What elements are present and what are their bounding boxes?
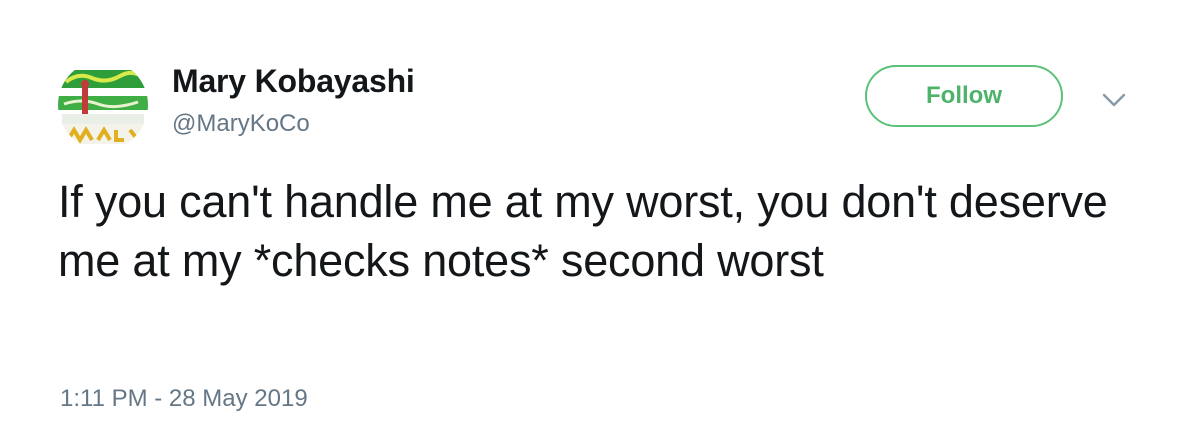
tweet-card: Mary Kobayashi @MaryKoCo Follow If you c… — [0, 0, 1200, 441]
profile-picture-icon — [58, 60, 148, 150]
chevron-down-icon — [1102, 93, 1126, 107]
author-block: Mary Kobayashi @MaryKoCo — [172, 62, 415, 139]
avatar[interactable] — [58, 60, 148, 150]
tweet-text: If you can't handle me at my worst, you … — [58, 176, 1108, 286]
display-name[interactable]: Mary Kobayashi — [172, 62, 415, 100]
follow-button[interactable]: Follow — [865, 65, 1063, 127]
more-options-button[interactable] — [1100, 90, 1128, 110]
author-handle[interactable]: @MaryKoCo — [172, 109, 415, 139]
tweet-timestamp[interactable]: 1:11 PM - 28 May 2019 — [60, 384, 308, 414]
